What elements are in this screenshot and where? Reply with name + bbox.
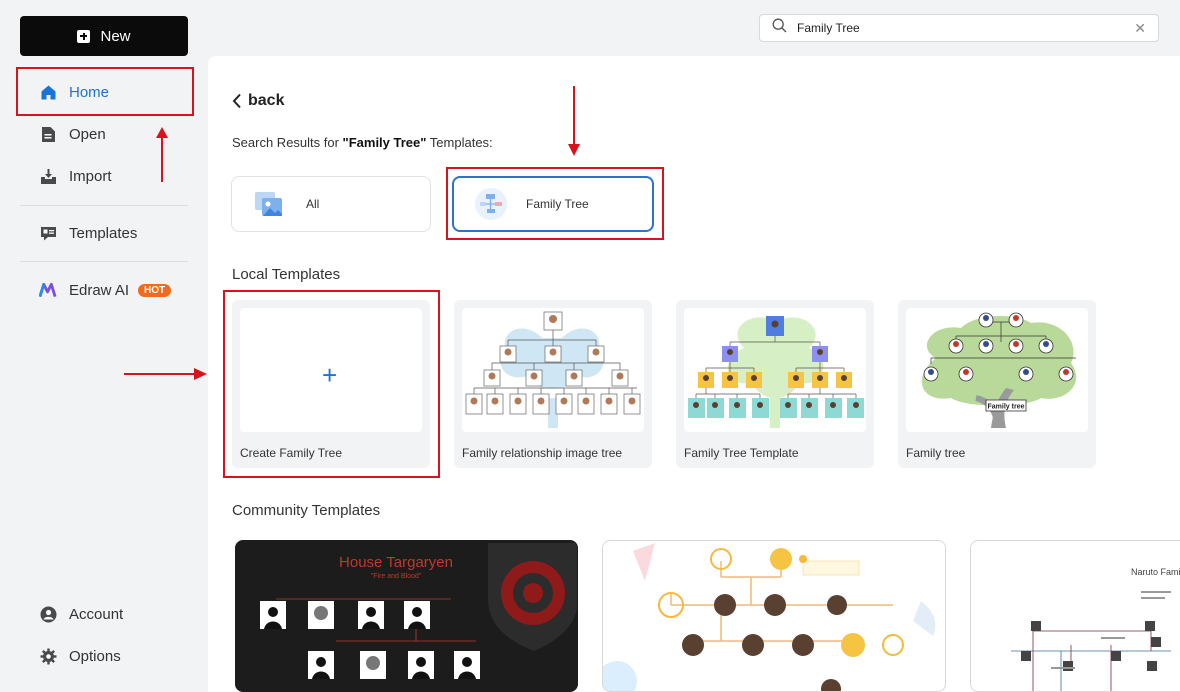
community-card-title: House Targaryen xyxy=(339,554,453,571)
sidebar-divider xyxy=(20,205,188,206)
search-input[interactable] xyxy=(797,21,1135,35)
local-templates-heading: Local Templates xyxy=(232,266,341,283)
annotation-box-create-card xyxy=(223,290,440,478)
sidebar-divider xyxy=(20,261,188,262)
sidebar-item-label: Templates xyxy=(69,224,138,242)
back-button[interactable]: back xyxy=(232,92,284,110)
results-prefix: Search Results for xyxy=(232,135,343,150)
new-button-label: New xyxy=(100,27,131,45)
gear-icon xyxy=(39,647,57,665)
back-label: back xyxy=(248,92,285,109)
template-card-family-tree-template[interactable]: Family Tree Template xyxy=(676,300,874,468)
card-caption: Family tree xyxy=(906,446,966,460)
chevron-left-icon xyxy=(232,93,241,109)
template-card-family-tree[interactable]: Family tree Family tree xyxy=(898,300,1096,468)
sidebar-item-edraw-ai[interactable]: Edraw AI HOT xyxy=(20,270,188,310)
sidebar-item-label: Open xyxy=(69,125,106,143)
community-templates-heading: Community Templates xyxy=(232,502,381,519)
account-icon xyxy=(39,605,57,623)
card-caption: Family relationship image tree xyxy=(462,446,623,460)
card-caption: Family Tree Template xyxy=(684,446,799,460)
sidebar-item-label: Account xyxy=(69,605,124,623)
annotation-box-family-tree-filter xyxy=(446,167,664,240)
template-card-family-relationship[interactable]: Family relationship image tree xyxy=(454,300,652,468)
community-card-family-tree-2[interactable] xyxy=(602,540,946,692)
tree-label: Family tree xyxy=(988,404,1025,411)
templates-icon xyxy=(39,224,57,242)
community-card-naruto-family[interactable]: Naruto Famil xyxy=(970,540,1180,692)
community-card-house-targaryen[interactable]: House Targaryen "Fire and Blood" xyxy=(235,540,578,692)
annotation-arrow-down xyxy=(568,86,580,156)
community-card-subtitle: "Fire and Blood" xyxy=(371,573,422,580)
plus-icon xyxy=(77,29,91,43)
hot-badge: HOT xyxy=(138,283,172,297)
sidebar-item-account[interactable]: Account xyxy=(20,594,188,634)
filter-all-label: All xyxy=(306,197,320,211)
annotation-arrow-right xyxy=(124,368,207,380)
results-suffix: Templates: xyxy=(426,135,493,150)
import-icon xyxy=(39,167,57,185)
annotation-arrow-up xyxy=(156,127,168,182)
images-icon xyxy=(254,189,284,219)
template-thumbnail xyxy=(462,308,644,432)
template-thumbnail xyxy=(684,308,866,432)
edraw-ai-icon xyxy=(39,281,57,299)
open-icon xyxy=(39,125,57,143)
results-query: "Family Tree" xyxy=(342,135,427,150)
annotation-box-home xyxy=(16,67,194,116)
search-box[interactable]: ✕ xyxy=(759,14,1159,42)
community-card-title: Naruto Famil xyxy=(1131,567,1180,577)
sidebar-item-templates[interactable]: Templates xyxy=(20,213,188,253)
new-button[interactable]: New xyxy=(20,16,188,56)
search-results-heading: Search Results for "Family Tree" Templat… xyxy=(232,135,493,150)
clear-search-icon[interactable]: ✕ xyxy=(1134,20,1146,37)
filter-all[interactable]: All xyxy=(231,176,431,232)
search-icon xyxy=(772,18,787,38)
sidebar-item-label: Import xyxy=(69,167,112,185)
sidebar-item-label: Options xyxy=(69,647,121,665)
sidebar-item-options[interactable]: Options xyxy=(20,636,188,676)
sidebar-item-label: Edraw AI xyxy=(69,281,130,299)
template-thumbnail: Family tree xyxy=(906,308,1088,432)
